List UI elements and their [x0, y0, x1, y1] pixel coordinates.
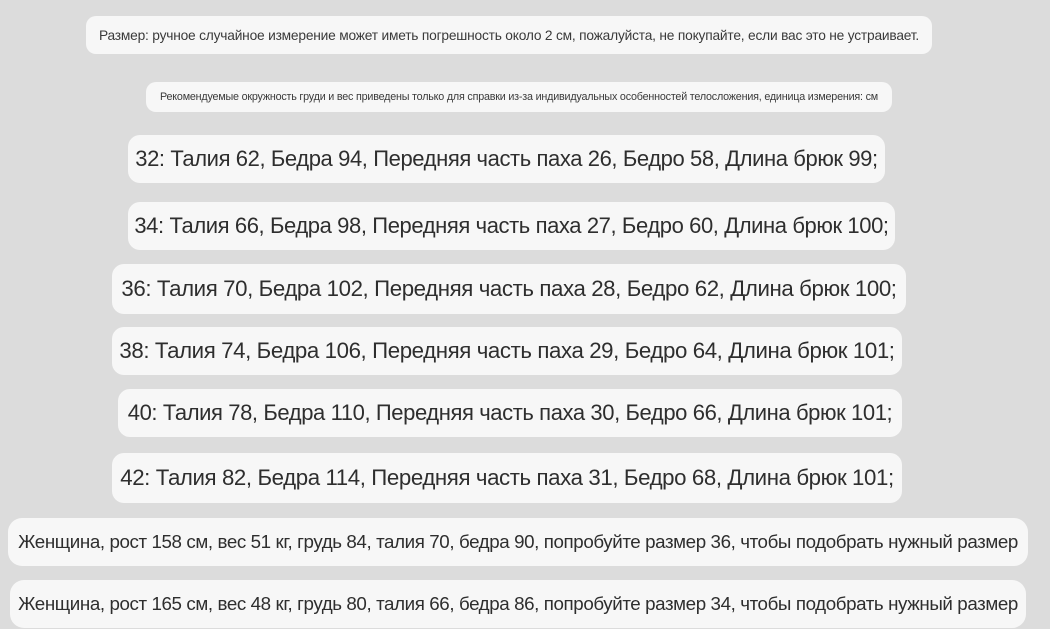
size-row-text: 40: Талия 78, Бедра 110, Передняя часть …: [127, 400, 893, 425]
size-row-34: 34: Талия 66, Бедра 98, Передняя часть п…: [128, 202, 895, 250]
size-row-36: 36: Талия 70, Бедра 102, Передняя часть …: [112, 264, 906, 314]
size-row-text: 38: Талия 74, Бедра 106, Передняя часть …: [119, 338, 895, 363]
size-row-38: 38: Талия 74, Бедра 106, Передняя часть …: [112, 327, 902, 375]
reference-note-text: Рекомендуемые окружность груди и вес при…: [160, 91, 878, 103]
measurement-note: Размер: ручное случайное измерение может…: [86, 16, 932, 54]
example-fit-text: Женщина, рост 158 см, вес 51 кг, грудь 8…: [18, 531, 1018, 552]
size-row-text: 32: Талия 62, Бедра 94, Передняя часть п…: [135, 146, 878, 171]
reference-note: Рекомендуемые окружность груди и вес при…: [146, 82, 892, 112]
example-fit-text: Женщина, рост 165 см, вес 48 кг, грудь 8…: [18, 593, 1018, 614]
size-row-32: 32: Талия 62, Бедра 94, Передняя часть п…: [128, 135, 885, 183]
size-row-text: 42: Талия 82, Бедра 114, Передняя часть …: [120, 465, 894, 490]
example-fit-2: Женщина, рост 165 см, вес 48 кг, грудь 8…: [10, 580, 1026, 628]
size-row-text: 34: Талия 66, Бедра 98, Передняя часть п…: [134, 213, 889, 238]
size-row-text: 36: Талия 70, Бедра 102, Передняя часть …: [121, 276, 897, 301]
example-fit-1: Женщина, рост 158 см, вес 51 кг, грудь 8…: [8, 518, 1028, 566]
size-row-40: 40: Талия 78, Бедра 110, Передняя часть …: [118, 389, 902, 437]
measurement-note-text: Размер: ручное случайное измерение может…: [98, 27, 919, 43]
size-row-42: 42: Талия 82, Бедра 114, Передняя часть …: [112, 453, 902, 503]
